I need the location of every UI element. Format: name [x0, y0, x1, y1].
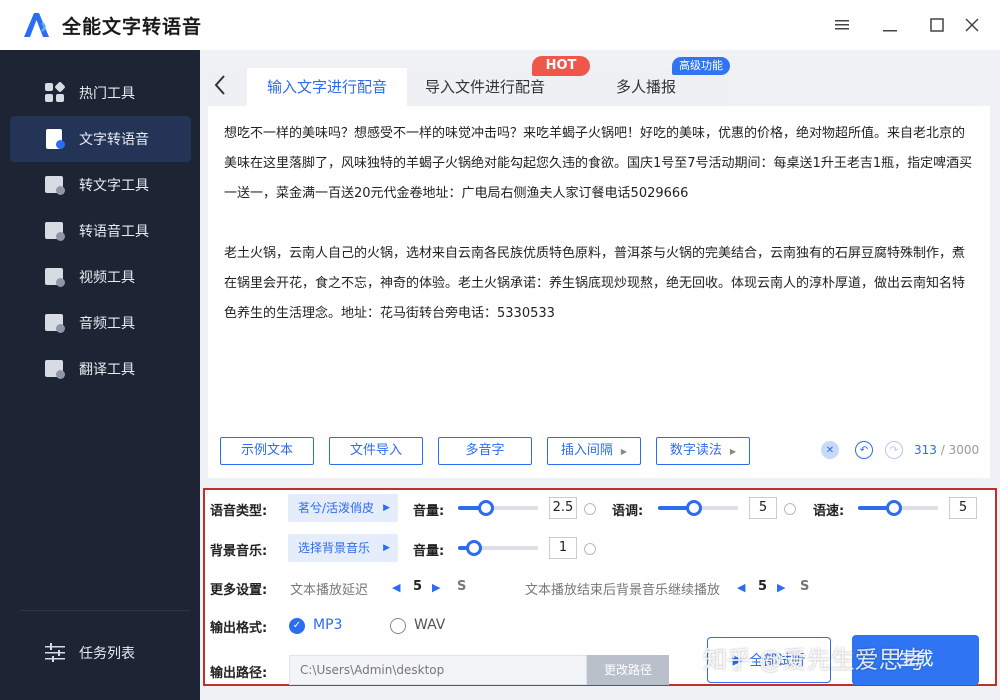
bg-music-value: 选择背景音乐 — [298, 541, 371, 555]
continue-unit: S — [800, 579, 810, 594]
number-reading-label: 数字读法 — [669, 443, 722, 458]
to-text-icon — [45, 175, 65, 195]
speed-slider[interactable] — [858, 500, 938, 516]
delay-label: 文本播放延迟 — [290, 583, 369, 598]
delay-value: 5 — [413, 579, 423, 594]
app-logo-icon — [24, 13, 49, 37]
audio-icon — [45, 313, 65, 333]
caret-right-icon: ▶ — [729, 447, 737, 456]
sidebar-item-label: 翻译工具 — [79, 362, 135, 378]
change-path-button[interactable]: 更改路径 — [587, 655, 669, 685]
back-arrow-icon[interactable] — [213, 74, 233, 100]
sidebar-item-label: 文字转语音 — [79, 132, 149, 148]
volume-reset-icon[interactable] — [584, 503, 596, 515]
sample-text-button[interactable]: 示例文本 — [220, 437, 314, 465]
bg-music-select[interactable]: 选择背景音乐 ▶ — [288, 534, 398, 562]
undo-icon[interactable]: ↶ — [855, 441, 873, 459]
hot-badge: HOT — [532, 56, 590, 76]
sidebar-item-label: 转文字工具 — [79, 178, 149, 194]
sidebar-item-video[interactable]: 视频工具 — [10, 254, 191, 300]
app-title: 全能文字转语音 — [62, 16, 203, 38]
decrease-icon[interactable]: ◀ — [737, 581, 745, 594]
redo-icon[interactable]: ↷ — [885, 441, 903, 459]
speed-label: 语速: — [813, 504, 845, 519]
pitch-label: 语调: — [612, 504, 644, 519]
pitch-value[interactable]: 5 — [749, 497, 777, 519]
bg-volume-slider[interactable] — [458, 540, 538, 556]
delay-unit: S — [457, 579, 467, 594]
sidebar-item-hot-tools[interactable]: 热门工具 — [10, 70, 191, 116]
caret-right-icon: ▶ — [383, 543, 390, 553]
volume-value[interactable]: 2.5 — [549, 497, 577, 519]
output-path-label: 输出路径: — [210, 666, 268, 681]
sidebar-divider — [20, 610, 190, 611]
clear-icon[interactable]: ✕ — [821, 441, 839, 459]
continue-label: 文本播放结束后背景音乐继续播放 — [525, 583, 721, 598]
sidebar-item-label: 热门工具 — [79, 86, 135, 102]
sidebar-item-audio[interactable]: 音频工具 — [10, 300, 191, 346]
voice-type-label: 语音类型: — [210, 504, 268, 519]
hamburger-icon[interactable] — [832, 15, 852, 35]
wav-label[interactable]: WAV — [414, 617, 445, 633]
minimize-icon[interactable] — [880, 15, 900, 35]
char-count: 313 — [914, 443, 937, 457]
bg-volume-reset-icon[interactable] — [584, 543, 596, 555]
continue-value: 5 — [758, 579, 768, 594]
bg-volume-label: 音量: — [413, 544, 445, 559]
increase-icon[interactable]: ▶ — [777, 581, 785, 594]
sidebar-item-text-to-speech[interactable]: 文字转语音 — [10, 116, 191, 162]
sidebar-item-task-list[interactable]: 任务列表 — [10, 630, 191, 676]
output-path-input[interactable]: C:\Users\Admin\desktop — [289, 655, 587, 685]
sidebar-item-translate[interactable]: 翻译工具 — [10, 346, 191, 392]
voice-type-select[interactable]: 茗兮/活泼俏皮 ▶ — [288, 494, 398, 522]
caret-right-icon: ▶ — [620, 447, 628, 456]
sidebar-item-to-speech[interactable]: 转语音工具 — [10, 208, 191, 254]
insert-pause-button[interactable]: 插入间隔 ▶ — [547, 437, 641, 465]
close-icon[interactable] — [962, 15, 982, 35]
pro-badge: 高级功能 — [672, 57, 730, 75]
polyphone-button[interactable]: 多音字 — [438, 437, 532, 465]
speed-value[interactable]: 5 — [949, 497, 977, 519]
mp3-label[interactable]: MP3 — [313, 617, 342, 633]
sidebar-item-label: 音频工具 — [79, 316, 135, 332]
editor-paragraph[interactable]: 想吃不一样的美味吗？想感受不一样的味觉冲击吗？来吃羊蝎子火锅吧！好吃的美味，优惠… — [224, 119, 976, 209]
video-icon — [45, 267, 65, 287]
watermark: 知乎 @爱先生爱思考 — [703, 646, 927, 674]
bg-music-label: 背景音乐: — [210, 544, 268, 559]
decrease-icon[interactable]: ◀ — [392, 581, 400, 594]
mp3-radio[interactable]: ✓ — [289, 618, 305, 634]
sidebar-item-to-text[interactable]: 转文字工具 — [10, 162, 191, 208]
maximize-icon[interactable] — [927, 15, 947, 35]
file-import-button[interactable]: 文件导入 — [329, 437, 423, 465]
translate-icon — [45, 359, 65, 379]
task-list-label: 任务列表 — [79, 646, 135, 662]
insert-pause-label: 插入间隔 — [560, 443, 613, 458]
volume-label: 音量: — [413, 504, 445, 519]
volume-slider[interactable] — [458, 500, 538, 516]
caret-right-icon: ▶ — [383, 503, 390, 513]
pitch-slider[interactable] — [658, 500, 738, 516]
wav-radio[interactable] — [390, 618, 406, 634]
number-reading-button[interactable]: 数字读法 ▶ — [656, 437, 750, 465]
to-speech-icon — [45, 221, 65, 241]
bg-volume-value[interactable]: 1 — [549, 537, 577, 559]
tab-input-text[interactable]: 输入文字进行配音 — [247, 68, 407, 106]
sliders-icon — [45, 643, 65, 663]
pitch-reset-icon[interactable] — [784, 503, 796, 515]
text-to-speech-icon — [45, 129, 65, 149]
editor-paragraph[interactable]: 老土火锅，云南人自己的火锅，选材来自云南各民族优质特色原料，普洱茶与火锅的完美结… — [224, 239, 976, 329]
more-settings-label: 更多设置: — [210, 583, 268, 598]
increase-icon[interactable]: ▶ — [432, 581, 440, 594]
sidebar-item-label: 视频工具 — [79, 270, 135, 286]
char-max: / 3000 — [940, 443, 980, 457]
title-bar: 全能文字转语音 — [0, 0, 1000, 50]
voice-type-value: 茗兮/活泼俏皮 — [298, 501, 375, 515]
sidebar-item-label: 转语音工具 — [79, 224, 149, 240]
grid-icon — [45, 81, 66, 103]
format-label: 输出格式: — [210, 621, 268, 636]
char-counter: 313 / 3000 — [914, 443, 979, 457]
